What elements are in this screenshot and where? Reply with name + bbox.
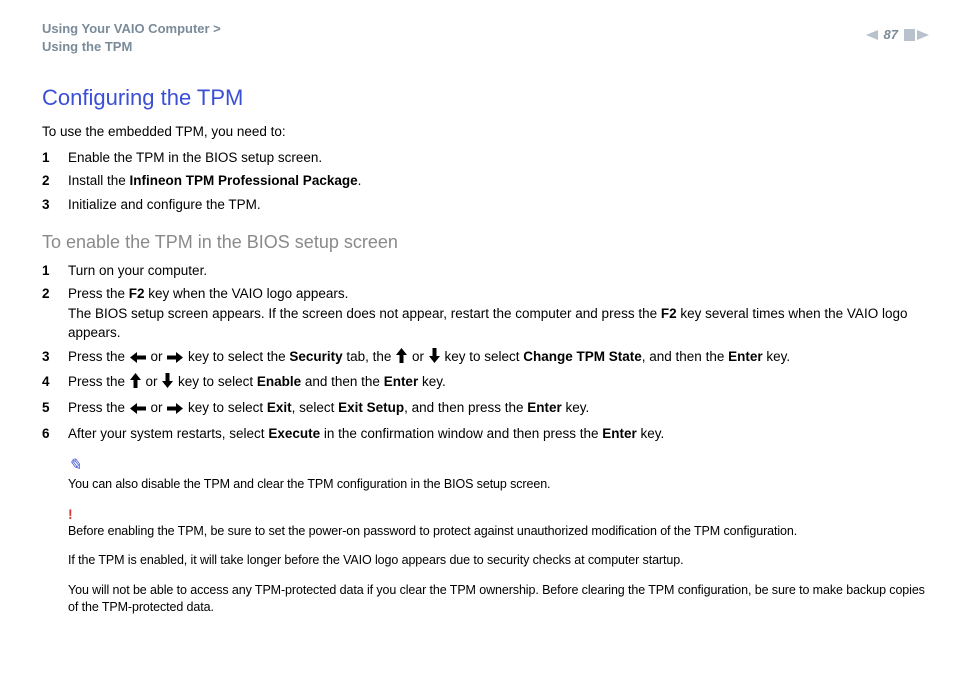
step-text: After your system restarts, select Execu… <box>68 424 932 444</box>
pencil-icon: ✎ <box>68 455 932 477</box>
procedure-steps: 1 Turn on your computer. 2 Press the F2 … <box>42 261 932 444</box>
text: key when the VAIO logo appears. <box>145 286 349 301</box>
step-text: Turn on your computer. <box>68 261 932 281</box>
list-item: 2 Press the F2 key when the VAIO logo ap… <box>42 284 932 343</box>
step-number: 1 <box>42 148 68 168</box>
note-text: Before enabling the TPM, be sure to set … <box>68 523 932 541</box>
step-number: 3 <box>42 195 68 215</box>
list-item: 3 Initialize and configure the TPM. <box>42 195 932 215</box>
step-number: 4 <box>42 372 68 392</box>
overview-steps: 1 Enable the TPM in the BIOS setup scree… <box>42 148 932 215</box>
breadcrumb-line2: Using the TPM <box>42 39 132 54</box>
text: The BIOS setup screen appears. If the sc… <box>68 306 661 321</box>
bold-text: Execute <box>268 426 320 441</box>
text: , and then the <box>642 349 728 364</box>
arrow-left-icon <box>130 400 146 420</box>
breadcrumb-line1: Using Your VAIO Computer > <box>42 21 221 36</box>
bold-text: Exit Setup <box>338 400 404 415</box>
text: , and then press the <box>404 400 527 415</box>
step-text: Press the or key to select Enable and th… <box>68 372 932 394</box>
text: or <box>142 374 162 389</box>
step-text: Press the or key to select the Security … <box>68 347 932 369</box>
text: tab, the <box>343 349 396 364</box>
pager: 87 <box>862 26 932 45</box>
page-number: 87 <box>884 26 898 45</box>
text: key. <box>418 374 446 389</box>
bold-text: Enter <box>527 400 562 415</box>
next-page-icon[interactable] <box>904 29 932 41</box>
bold-text: Exit <box>267 400 292 415</box>
text: key to select <box>441 349 524 364</box>
text: . <box>358 173 362 188</box>
arrow-down-icon <box>429 348 440 369</box>
step-text: Initialize and configure the TPM. <box>68 195 932 215</box>
note-text: If the TPM is enabled, it will take long… <box>68 552 932 570</box>
step-number: 3 <box>42 347 68 367</box>
bold-text: Enable <box>257 374 301 389</box>
step-number: 5 <box>42 398 68 418</box>
page-header: Using Your VAIO Computer > Using the TPM… <box>42 20 932 56</box>
intro-text: To use the embedded TPM, you need to: <box>42 122 932 142</box>
bold-text: Infineon TPM Professional Package <box>130 173 358 188</box>
text: key. <box>763 349 791 364</box>
bold-text: F2 <box>129 286 145 301</box>
bold-text: Enter <box>384 374 419 389</box>
text: in the confirmation window and then pres… <box>320 426 602 441</box>
bold-text: Enter <box>728 349 763 364</box>
text: or <box>147 349 167 364</box>
text: and then the <box>301 374 384 389</box>
list-item: 1 Turn on your computer. <box>42 261 932 281</box>
bold-text: F2 <box>661 306 677 321</box>
text: key to select <box>184 400 267 415</box>
bold-text: Enter <box>602 426 637 441</box>
text: key. <box>637 426 665 441</box>
text: key to select <box>174 374 257 389</box>
text: key to select the <box>184 349 289 364</box>
text: or <box>408 349 428 364</box>
list-item: 6 After your system restarts, select Exe… <box>42 424 932 444</box>
prev-page-icon[interactable] <box>862 29 878 41</box>
step-number: 1 <box>42 261 68 281</box>
note-text: You can also disable the TPM and clear t… <box>68 476 932 494</box>
notes-block: ✎ You can also disable the TPM and clear… <box>68 455 932 616</box>
arrow-right-icon <box>167 349 183 369</box>
list-item: 1 Enable the TPM in the BIOS setup scree… <box>42 148 932 168</box>
document-page: Using Your VAIO Computer > Using the TPM… <box>0 0 954 674</box>
text: Install the <box>68 173 130 188</box>
step-number: 2 <box>42 171 68 191</box>
breadcrumb: Using Your VAIO Computer > Using the TPM <box>42 20 221 56</box>
step-number: 2 <box>42 284 68 304</box>
note-text: You will not be able to access any TPM-p… <box>68 582 932 617</box>
text: Press the <box>68 374 129 389</box>
step-text: Press the or key to select Exit, select … <box>68 398 932 420</box>
text: , select <box>292 400 339 415</box>
text: After your system restarts, select <box>68 426 268 441</box>
section-subhead: To enable the TPM in the BIOS setup scre… <box>42 229 932 255</box>
text: Press the <box>68 400 129 415</box>
step-text: Press the F2 key when the VAIO logo appe… <box>68 284 932 343</box>
bold-text: Change TPM State <box>523 349 642 364</box>
bold-text: Security <box>289 349 342 364</box>
list-item: 4 Press the or key to select Enable and … <box>42 372 932 394</box>
list-item: 2 Install the Infineon TPM Professional … <box>42 171 932 191</box>
step-text: Install the Infineon TPM Professional Pa… <box>68 171 932 191</box>
step-text: Enable the TPM in the BIOS setup screen. <box>68 148 932 168</box>
arrow-right-icon <box>167 400 183 420</box>
list-item: 3 Press the or key to select the Securit… <box>42 347 932 369</box>
page-title: Configuring the TPM <box>42 82 932 114</box>
arrow-up-icon <box>130 373 141 394</box>
text: key. <box>562 400 590 415</box>
arrow-left-icon <box>130 349 146 369</box>
arrow-down-icon <box>162 373 173 394</box>
text: Press the <box>68 286 129 301</box>
list-item: 5 Press the or key to select Exit, selec… <box>42 398 932 420</box>
text: Press the <box>68 349 129 364</box>
text: or <box>147 400 167 415</box>
arrow-up-icon <box>396 348 407 369</box>
step-number: 6 <box>42 424 68 444</box>
